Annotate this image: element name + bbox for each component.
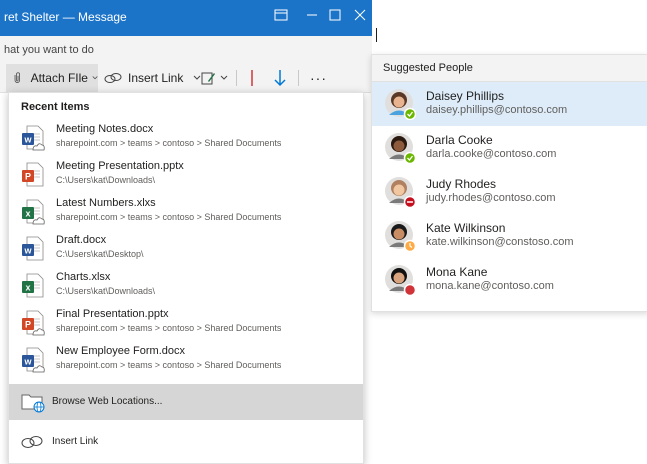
person-email: daisey.phillips@contoso.com: [426, 104, 568, 116]
person-name: Daisey Phillips: [426, 89, 505, 103]
svg-text:P: P: [25, 320, 31, 330]
file-name: New Employee Form.docx: [56, 345, 185, 357]
link-icon: [104, 73, 122, 83]
svg-text:P: P: [25, 172, 31, 182]
svg-text:x: x: [25, 283, 30, 293]
powerpoint-icon: P: [22, 162, 44, 187]
browse-web-locations-label: Browse Web Locations...: [52, 396, 163, 407]
person-email: judy.rhodes@contoso.com: [426, 192, 556, 204]
low-importance-button[interactable]: [274, 64, 286, 92]
restore-ribbon-button[interactable]: [273, 8, 289, 24]
recent-file-item[interactable]: P Meeting Presentation.pptx C:\Users\kat\D…: [9, 156, 363, 196]
signature-pen-icon: [201, 72, 215, 85]
insert-link-item-label: Insert Link: [52, 436, 99, 447]
svg-text:w: w: [23, 246, 32, 256]
file-name: Charts.xlsx: [56, 271, 111, 283]
high-importance-icon: [251, 70, 253, 86]
window-title: ret Shelter — Message: [4, 10, 127, 24]
suggested-people-header: Suggested People: [372, 55, 647, 82]
person-email: mona.kane@contoso.com: [426, 280, 554, 292]
excel-cloud-icon: x: [22, 199, 45, 225]
maximize-button[interactable]: [327, 8, 343, 24]
text-cursor: [376, 28, 377, 42]
chevron-down-icon: [220, 75, 228, 80]
file-name: Meeting Presentation.pptx: [56, 160, 184, 172]
insert-link-item[interactable]: Insert Link: [9, 424, 363, 460]
svg-text:x: x: [25, 209, 30, 219]
person-name: Kate Wilkinson: [426, 221, 506, 235]
file-path: sharepoint.com > teams > contoso > Share…: [56, 212, 282, 222]
suggested-person-item[interactable]: Judy Rhodes judy.rhodes@contoso.com: [372, 170, 647, 214]
word-cloud-icon: w: [22, 125, 45, 151]
minimize-icon: [307, 14, 317, 16]
person-email: darla.cooke@contoso.com: [426, 148, 557, 160]
powerpoint-cloud-icon: P: [22, 310, 45, 336]
title-bar: ret Shelter — Message: [0, 0, 372, 36]
avatar: [385, 89, 416, 120]
excel-icon: x: [22, 273, 44, 298]
minimize-button[interactable]: [304, 8, 320, 24]
ribbon-toolbar: Attach FIle Insert Link ···: [0, 64, 372, 93]
file-path: C:\Users\kat\Downloads\: [56, 286, 156, 296]
file-path: sharepoint.com > teams > contoso > Share…: [56, 360, 282, 370]
arrow-down-icon: [274, 70, 286, 87]
file-name: Draft.docx: [56, 234, 107, 246]
avatar: [385, 265, 416, 296]
file-name: Meeting Notes.docx: [56, 123, 154, 135]
tell-me-bar[interactable]: hat you want to do: [0, 36, 372, 64]
ribbon-display-icon: [274, 9, 288, 21]
recent-file-item[interactable]: w Draft.docx C:\Users\kat\Desktop\: [9, 230, 363, 270]
signature-button[interactable]: [200, 64, 228, 92]
attach-file-label: Attach FIle: [30, 71, 88, 85]
chevron-down-icon: [92, 76, 98, 80]
person-name: Darla Cooke: [426, 133, 493, 147]
tell-me-text: hat you want to do: [4, 44, 94, 56]
maximize-icon: [329, 9, 341, 21]
word-cloud-icon: w: [22, 347, 45, 373]
avatar: [385, 133, 416, 164]
suggested-person-item[interactable]: Daisey Phillips daisey.phillips@contoso.c…: [372, 82, 647, 126]
insert-link-label: Insert Link: [128, 71, 184, 85]
more-options-icon: ···: [310, 70, 327, 86]
recent-file-item[interactable]: x Charts.xlsx C:\Users\kat\Downloads\: [9, 267, 363, 307]
person-name: Judy Rhodes: [426, 177, 497, 191]
browse-web-locations-item[interactable]: Browse Web Locations...: [9, 384, 363, 420]
recent-file-item[interactable]: P Final Presentation.pptx sharepoint.com >…: [9, 304, 363, 344]
close-icon: [354, 9, 366, 21]
paperclip-icon: [14, 72, 20, 83]
file-path: sharepoint.com > teams > contoso > Share…: [56, 323, 282, 333]
recent-file-item[interactable]: w Meeting Notes.docx sharepoint.com > team…: [9, 119, 363, 159]
file-name: Latest Numbers.xlxs: [56, 197, 156, 209]
word-icon: w: [22, 236, 44, 261]
recent-items-header: Recent Items: [21, 101, 90, 113]
insert-link-button[interactable]: Insert Link: [104, 64, 201, 92]
file-path: sharepoint.com > teams > contoso > Share…: [56, 138, 282, 148]
recent-file-item[interactable]: w New Employee Form.docx sharepoint.com > …: [9, 341, 363, 381]
suggested-person-item[interactable]: Darla Cooke darla.cooke@contoso.com: [372, 126, 647, 170]
person-name: Mona Kane: [426, 265, 488, 279]
ribbon-divider: [298, 70, 299, 86]
suggested-people-title: Suggested People: [383, 62, 473, 74]
folder-globe-icon: [21, 394, 45, 413]
suggested-person-item[interactable]: Kate Wilkinson kate.wilkinson@constoso.co…: [372, 214, 647, 258]
recent-file-item[interactable]: x Latest Numbers.xlxs sharepoint.com > tea…: [9, 193, 363, 233]
svg-text:w: w: [23, 135, 32, 145]
file-path: C:\Users\kat\Desktop\: [56, 249, 144, 259]
close-button[interactable]: [352, 8, 368, 24]
avatar: [385, 177, 416, 208]
high-importance-button[interactable]: [247, 64, 257, 92]
attach-file-dropdown: Recent Items w Meeting Notes.docx sharepoi…: [8, 92, 364, 464]
svg-text:w: w: [23, 357, 32, 367]
suggested-people-panel: Suggested People Daisey Phillips daisey.p…: [371, 54, 647, 312]
attach-file-button[interactable]: Attach FIle: [6, 64, 98, 92]
person-email: kate.wilkinson@constoso.com: [426, 236, 574, 248]
more-options-button[interactable]: ···: [310, 64, 327, 92]
file-path: C:\Users\kat\Downloads\: [56, 175, 156, 185]
avatar: [385, 221, 416, 252]
suggested-person-item[interactable]: Mona Kane mona.kane@contoso.com: [372, 258, 647, 302]
file-name: Final Presentation.pptx: [56, 308, 169, 320]
ribbon-divider: [236, 70, 237, 86]
link-icon: [21, 436, 43, 448]
